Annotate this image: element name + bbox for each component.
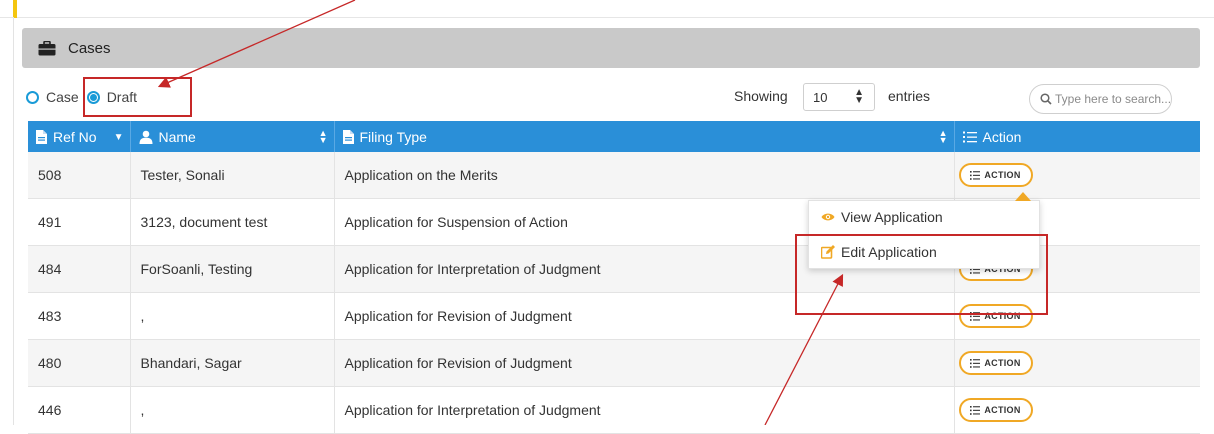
search-input[interactable] [1055,92,1170,106]
cell-filing-type: Application on the Merits [334,152,955,199]
column-name-label: Name [158,128,196,145]
list-icon [970,170,981,180]
panel-header: Cases [22,28,1200,68]
cell-ref-no: 480 [28,339,131,387]
action-button[interactable]: ACTION [958,163,1033,187]
list-icon [970,358,981,368]
top-border [0,0,1214,18]
sort-both-icon[interactable]: ▲ ▼ [319,129,328,145]
column-name[interactable]: Name ▲ ▼ [130,121,335,152]
cell-action: ACTION [954,386,1200,434]
cell-ref-no: 483 [28,292,131,340]
cell-name: , [130,292,335,340]
search-icon [1040,93,1052,105]
menu-item-label: View Application [841,209,943,225]
sort-both-icon[interactable]: ▲ ▼ [939,129,948,145]
list-icon [962,131,977,143]
column-action-label: Action [982,128,1022,145]
sort-desc-icon[interactable]: ▼ [114,133,124,143]
table-header-row: Ref No ▼ Name ▲ ▼ Filing Type ▲ ▼ Action [28,121,1200,152]
column-filing-type[interactable]: Filing Type ▲ ▼ [334,121,955,152]
highlight-edit-box [795,234,1048,315]
cell-name: Bhandari, Sagar [130,339,335,387]
cell-ref-no: 491 [28,198,131,246]
cell-name: 3123, document test [130,198,335,246]
highlight-draft-box [83,77,192,117]
yellow-accent [13,0,17,18]
column-ref-no[interactable]: Ref No ▼ [28,121,131,152]
cell-ref-no: 446 [28,386,131,434]
cell-name: Tester, Sonali [130,152,335,199]
file-icon [36,129,47,144]
action-button-label: ACTION [984,358,1021,368]
search-box[interactable] [1029,84,1172,114]
panel-title: Cases [68,39,111,57]
column-action: Action [954,121,1200,152]
entries-value: 10 [813,89,828,105]
cell-action: ACTION [954,339,1200,387]
action-button[interactable]: ACTION [958,398,1033,422]
cell-ref-no: 484 [28,245,131,293]
radio-case[interactable] [26,90,39,104]
entries-label: entries [888,88,931,104]
cell-filing-type: Application for Interpretation of Judgme… [334,386,955,434]
entries-select[interactable]: 10 ▲ ▼ [803,83,875,111]
user-icon [139,130,153,144]
cell-action: ACTION [954,152,1200,199]
table-row[interactable]: 446, Application for Interpretation of Ju… [28,386,1200,434]
briefcase-icon [38,40,58,56]
table-row[interactable]: 480 Bhandari, Sagar Application for Revisi… [28,339,1200,387]
file-icon [342,129,354,144]
column-filing-type-label: Filing Type [359,128,427,145]
cell-ref-no: 508 [28,152,131,199]
eye-icon [821,212,835,222]
cell-name: ForSoanli, Testing [130,245,335,293]
action-button-label: ACTION [984,405,1021,415]
column-ref-no-label: Ref No [53,128,97,145]
radio-case-label[interactable]: Case [46,89,79,105]
list-icon [970,405,981,415]
cell-filing-type: Application for Revision of Judgment [334,339,955,387]
action-button[interactable]: ACTION [958,351,1033,375]
left-divider [13,17,14,425]
dropdown-caret [1015,192,1031,201]
menu-item-view-application[interactable]: View Application [821,209,943,225]
cell-name: , [130,386,335,434]
action-button-label: ACTION [984,170,1021,180]
select-chevron-icon: ▲ ▼ [854,87,864,106]
showing-label: Showing [734,88,788,104]
